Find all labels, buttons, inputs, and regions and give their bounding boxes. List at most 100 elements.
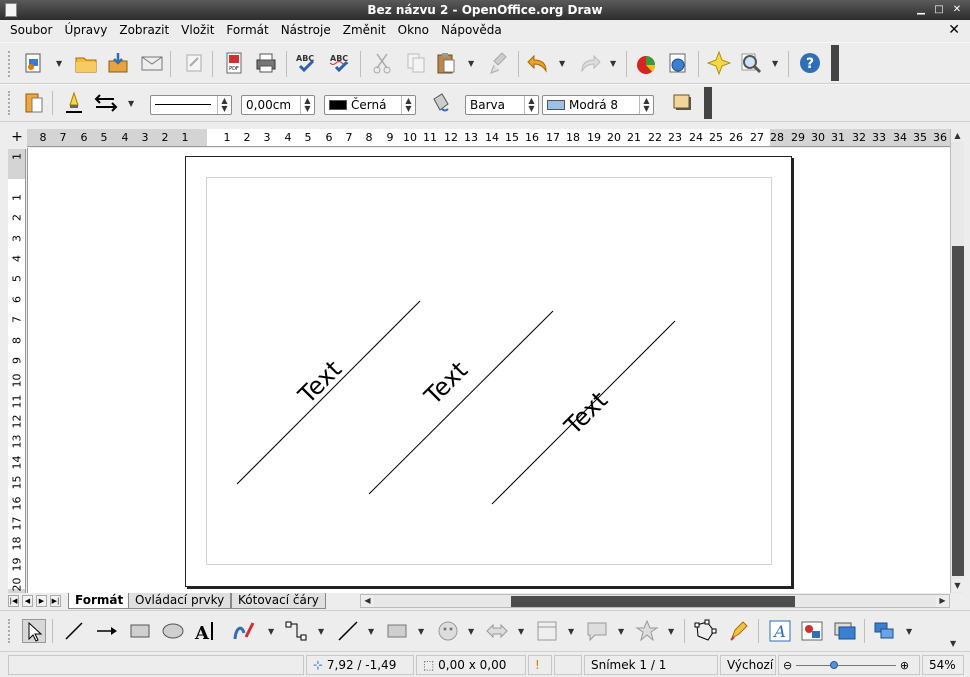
- new-icon[interactable]: [22, 51, 46, 75]
- tab-layout[interactable]: Formát: [68, 593, 131, 609]
- toolbar-more-icon[interactable]: ▼: [950, 639, 958, 649]
- tab-last-icon[interactable]: ▶|: [50, 595, 61, 607]
- select-icon[interactable]: [22, 619, 46, 643]
- close-document-icon[interactable]: ✕: [948, 22, 960, 38]
- area-icon[interactable]: [428, 91, 452, 115]
- print-icon[interactable]: [254, 51, 278, 75]
- menu-edit[interactable]: Úpravy: [58, 23, 113, 37]
- shape-line-3[interactable]: Text: [491, 320, 676, 505]
- flowchart-icon[interactable]: [535, 619, 559, 643]
- lines-arrows-icon[interactable]: [336, 619, 360, 643]
- arrow-line-icon[interactable]: [95, 619, 119, 643]
- tab-prev-icon[interactable]: ◀: [22, 595, 33, 607]
- navigator-icon[interactable]: [666, 51, 690, 75]
- stars-icon[interactable]: [635, 619, 659, 643]
- scroll-down-icon[interactable]: ▼: [951, 579, 964, 592]
- styles-formatting-icon[interactable]: [22, 91, 46, 115]
- help-icon[interactable]: ?: [798, 51, 822, 75]
- cut-icon[interactable]: [370, 51, 394, 75]
- callouts-dropdown-icon[interactable]: ▼: [618, 627, 626, 637]
- tab-controls[interactable]: Ovládací prvky: [128, 593, 232, 609]
- rectangle-icon[interactable]: [128, 619, 152, 643]
- tab-dimension-lines[interactable]: Kótovací čáry: [231, 593, 326, 609]
- tab-first-icon[interactable]: |◀: [8, 595, 19, 607]
- zoom-in-icon[interactable]: ⊕: [900, 659, 909, 672]
- line-color-select[interactable]: Černá ▲ ▼: [324, 95, 416, 115]
- gallery-icon[interactable]: [706, 50, 732, 76]
- extrusion-icon[interactable]: [833, 619, 857, 643]
- scroll-right-icon[interactable]: ▶: [936, 595, 949, 607]
- new-dropdown-icon[interactable]: ▼: [56, 59, 64, 69]
- shadow-icon[interactable]: [670, 91, 694, 115]
- autospellcheck-icon[interactable]: ABC: [328, 51, 352, 75]
- zoom-thumb[interactable]: [830, 661, 839, 669]
- shape-line-2[interactable]: Text: [368, 310, 554, 495]
- scroll-left-icon[interactable]: ◀: [361, 595, 374, 607]
- undo-dropdown-icon[interactable]: ▼: [559, 59, 567, 69]
- line-style-select[interactable]: ▲ ▼: [150, 95, 232, 115]
- export-pdf-icon[interactable]: PDF: [222, 51, 246, 75]
- toolbar-grip[interactable]: [8, 51, 12, 77]
- status-zoom-percent[interactable]: 54%: [922, 655, 964, 675]
- drawing-page[interactable]: Text Text Text: [185, 156, 792, 587]
- connector-icon[interactable]: [284, 619, 308, 643]
- vertical-ruler[interactable]: 1 1 2 3 4 5 6 7 8 9 10 11 12 13 14 15 16 17 18 19 20: [8, 149, 26, 593]
- stars-dropdown-icon[interactable]: ▼: [668, 627, 676, 637]
- area-color-spin-icon[interactable]: ▲ ▼: [639, 96, 653, 114]
- redo-icon[interactable]: [578, 51, 602, 75]
- lines-arrows-dropdown-icon[interactable]: ▼: [368, 627, 376, 637]
- block-arrows-dropdown-icon[interactable]: ▼: [518, 627, 526, 637]
- vertical-scrollbar[interactable]: ▲ ▼: [950, 129, 964, 593]
- area-style-select[interactable]: Barva ▲ ▼: [465, 95, 539, 115]
- spellcheck-icon[interactable]: ABC: [294, 51, 318, 75]
- maximize-icon[interactable]: □: [932, 3, 946, 17]
- horizontal-scroll-thumb[interactable]: [511, 596, 795, 607]
- menu-insert[interactable]: Vložit: [175, 23, 220, 37]
- minimize-icon[interactable]: ▁: [914, 3, 928, 17]
- vertical-scroll-thumb[interactable]: [952, 246, 964, 576]
- menu-view[interactable]: Zobrazit: [113, 23, 175, 37]
- zoom-out-icon[interactable]: ⊖: [783, 659, 792, 672]
- area-style-spin-icon[interactable]: ▲ ▼: [524, 96, 538, 114]
- chart-icon[interactable]: [634, 51, 658, 75]
- toolbar-overflow-handle[interactable]: [704, 87, 712, 119]
- symbol-shapes-icon[interactable]: [436, 619, 460, 643]
- line-color-spin-icon[interactable]: ▲ ▼: [401, 96, 415, 114]
- open-icon[interactable]: [74, 51, 98, 75]
- menu-format[interactable]: Formát: [220, 23, 274, 37]
- zoom-slider[interactable]: ⊖ ⊕: [778, 655, 920, 675]
- toolbar-grip[interactable]: [8, 619, 12, 643]
- ellipse-icon[interactable]: [161, 619, 185, 643]
- menu-file[interactable]: Soubor: [4, 23, 58, 37]
- symbol-shapes-dropdown-icon[interactable]: ▼: [468, 627, 476, 637]
- arrow-style-icon[interactable]: [94, 91, 118, 115]
- clone-format-icon[interactable]: [488, 51, 512, 75]
- basic-shapes-dropdown-icon[interactable]: ▼: [418, 627, 426, 637]
- flowchart-dropdown-icon[interactable]: ▼: [568, 627, 576, 637]
- shape-line-1[interactable]: Text: [236, 300, 421, 485]
- paste-dropdown-icon[interactable]: ▼: [468, 59, 476, 69]
- document-modified-icon[interactable]: !: [528, 655, 552, 675]
- callouts-icon[interactable]: [585, 619, 609, 643]
- toolbar-grip[interactable]: [8, 91, 12, 115]
- undo-icon[interactable]: [526, 51, 550, 75]
- curve-icon[interactable]: [232, 619, 256, 643]
- close-window-icon[interactable]: ✕: [950, 3, 964, 17]
- from-file-icon[interactable]: [800, 619, 824, 643]
- area-color-select[interactable]: Modrá 8 ▲ ▼: [542, 95, 654, 115]
- fontwork-text-icon[interactable]: A: [194, 619, 218, 644]
- fontwork-gallery-icon[interactable]: A: [768, 619, 792, 643]
- save-icon[interactable]: [106, 51, 130, 75]
- line-style-spin-icon[interactable]: ▲ ▼: [217, 96, 231, 114]
- basic-shapes-icon[interactable]: [385, 619, 409, 643]
- line-width-spin-icon[interactable]: ▲ ▼: [300, 96, 314, 114]
- menu-window[interactable]: Okno: [392, 23, 435, 37]
- zoom-icon[interactable]: [739, 51, 763, 75]
- line-icon[interactable]: [62, 619, 86, 643]
- line-width-field[interactable]: 0,00cm ▲ ▼: [241, 95, 315, 115]
- edit-file-icon[interactable]: [182, 51, 206, 75]
- drawing-workspace[interactable]: Text Text Text: [27, 148, 950, 593]
- menu-help[interactable]: Nápověda: [435, 23, 508, 37]
- horizontal-ruler[interactable]: 8 7 6 5 4 3 2 1 1 2 3 4 5 6 7 8 9 10 11 12 13 14 15 16 17 18 19 20 2…: [27, 129, 950, 147]
- menu-modify[interactable]: Změnit: [337, 23, 392, 37]
